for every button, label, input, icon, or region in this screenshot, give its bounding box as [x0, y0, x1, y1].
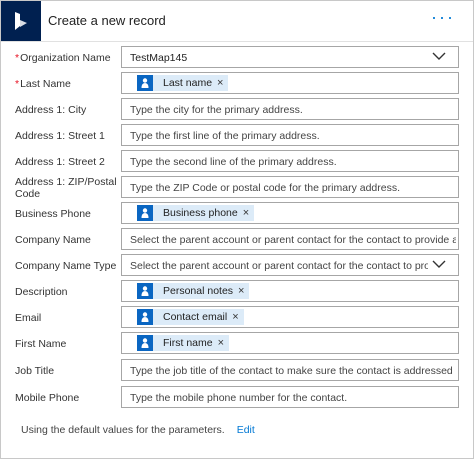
chevron-down-icon[interactable]	[432, 51, 446, 61]
placeholder-text: Type the mobile phone number for the con…	[130, 392, 348, 404]
organization-name-dropdown[interactable]: TestMap145	[121, 46, 459, 68]
dynamic-content-token[interactable]: Last name ×	[137, 75, 229, 91]
placeholder-text: Select the parent account or parent cont…	[130, 260, 428, 272]
first-name-field[interactable]: First name ×	[121, 332, 459, 354]
placeholder-text: Type the second line of the primary addr…	[130, 156, 337, 168]
last-name-field[interactable]: Last name ×	[121, 72, 459, 94]
job-title-input[interactable]: Type the job title of the contact to mak…	[121, 359, 459, 381]
footer-text: Using the default values for the paramet…	[21, 424, 225, 436]
token-label: Contact email	[163, 311, 228, 323]
close-icon[interactable]: ×	[232, 311, 243, 323]
more-options-button[interactable]: ···	[425, 8, 461, 31]
required-marker: *	[15, 78, 20, 90]
row-address-zip: Address 1: ZIP/Postal Code Type the ZIP C…	[1, 175, 473, 201]
dynamic-content-token[interactable]: Contact email ×	[137, 309, 244, 325]
field-label: Mobile Phone	[15, 392, 80, 404]
field-label: Email	[15, 312, 42, 324]
email-field[interactable]: Contact email ×	[121, 306, 459, 328]
row-description: Description Personal notes ×	[1, 279, 473, 305]
token-label: Business phone	[163, 207, 238, 219]
close-icon[interactable]: ×	[238, 285, 249, 297]
placeholder-text: Type the first line of the primary addre…	[130, 130, 320, 142]
user-icon	[137, 309, 153, 325]
selected-value: TestMap145	[130, 52, 188, 64]
placeholder-text: Type the job title of the contact to mak…	[130, 365, 456, 377]
close-icon[interactable]: ×	[217, 77, 228, 89]
action-card: Create a new record ··· *Organization Na…	[0, 0, 474, 459]
row-company-name-type: Company Name Type Select the parent acco…	[1, 253, 473, 279]
address-city-input[interactable]: Type the city for the primary address.	[121, 98, 459, 120]
placeholder-text: Type the city for the primary address.	[130, 104, 303, 116]
row-address-city: Address 1: City Type the city for the pr…	[1, 97, 473, 123]
token-label: Personal notes	[163, 285, 234, 297]
card-header[interactable]: Create a new record ···	[1, 1, 473, 42]
parameters-footer: Using the default values for the paramet…	[21, 424, 255, 436]
row-job-title: Job Title Type the job title of the cont…	[1, 358, 473, 384]
field-label: First Name	[15, 338, 67, 350]
field-label: *Last Name	[15, 78, 71, 90]
dynamic-content-token[interactable]: Business phone ×	[137, 205, 255, 221]
card-title: Create a new record	[48, 13, 166, 28]
row-address-street-1: Address 1: Street 1 Type the first line …	[1, 123, 473, 149]
description-field[interactable]: Personal notes ×	[121, 280, 459, 302]
token-label: First name	[163, 337, 213, 349]
address-street-1-input[interactable]: Type the first line of the primary addre…	[121, 124, 459, 146]
row-business-phone: Business Phone Business phone ×	[1, 201, 473, 227]
field-label: Job Title	[15, 365, 55, 377]
edit-link[interactable]: Edit	[237, 424, 255, 436]
company-name-type-dropdown[interactable]: Select the parent account or parent cont…	[121, 254, 459, 276]
field-label: Company Name	[15, 234, 91, 246]
address-street-2-input[interactable]: Type the second line of the primary addr…	[121, 150, 459, 172]
user-icon	[137, 335, 153, 351]
chevron-down-icon[interactable]	[432, 259, 446, 269]
row-last-name: *Last Name Last name ×	[1, 71, 473, 97]
field-label: Business Phone	[15, 208, 91, 220]
field-label: Address 1: Street 2	[15, 156, 105, 168]
mobile-phone-input[interactable]: Type the mobile phone number for the con…	[121, 386, 459, 408]
row-first-name: First Name First name ×	[1, 331, 473, 357]
user-icon	[137, 205, 153, 221]
user-icon	[137, 283, 153, 299]
dynamic-content-token[interactable]: Personal notes ×	[137, 283, 250, 299]
field-label: Company Name Type	[15, 260, 117, 272]
token-label: Last name	[163, 77, 213, 89]
address-zip-input[interactable]: Type the ZIP Code or postal code for the…	[121, 176, 459, 198]
row-company-name: Company Name Select the parent account o…	[1, 227, 473, 253]
close-icon[interactable]: ×	[218, 337, 229, 349]
dynamics-logo-icon	[1, 1, 41, 41]
dynamic-content-token[interactable]: First name ×	[137, 335, 230, 351]
row-email: Email Contact email ×	[1, 305, 473, 331]
business-phone-field[interactable]: Business phone ×	[121, 202, 459, 224]
company-name-input[interactable]: Select the parent account or parent cont…	[121, 228, 459, 250]
field-label: Description	[15, 286, 68, 298]
field-label: Address 1: Street 1	[15, 130, 105, 142]
row-organization-name: *Organization Name TestMap145	[1, 45, 473, 71]
field-label: Address 1: ZIP/Postal Code	[15, 176, 117, 200]
field-label: Address 1: City	[15, 104, 87, 116]
row-mobile-phone: Mobile Phone Type the mobile phone numbe…	[1, 385, 473, 411]
placeholder-text: Select the parent account or parent cont…	[130, 234, 456, 246]
placeholder-text: Type the ZIP Code or postal code for the…	[130, 182, 401, 194]
close-icon[interactable]: ×	[243, 207, 254, 219]
required-marker: *	[15, 52, 20, 64]
row-address-street-2: Address 1: Street 2 Type the second line…	[1, 149, 473, 175]
user-icon	[137, 75, 153, 91]
field-label: *Organization Name	[15, 52, 111, 64]
